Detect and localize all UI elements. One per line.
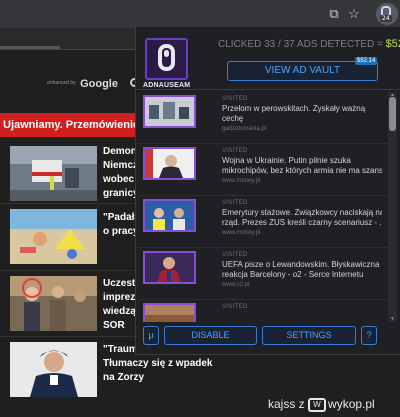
article-separator — [0, 203, 140, 204]
article-line: Uczestn — [103, 278, 137, 289]
extension-badge: 24 — [380, 15, 392, 22]
ads-stats: CLICKED 33 / 37 ADS DETECTED = $52.14? — [218, 38, 400, 50]
adnauseam-logo: ADNAUSEAM — [143, 38, 190, 90]
article-thumbnail-party[interactable] — [10, 276, 97, 331]
star-icon[interactable]: ☆ — [346, 6, 362, 22]
ad-title-line: UEFA pisze o Lewandowskim. Błyskawiczna — [222, 260, 380, 269]
stats-text: CLICKED 33 / 37 ADS DETECTED = — [218, 39, 386, 50]
ad-title: Emerytury stażowe. Związkowcy naciskają … — [222, 208, 382, 228]
mu-button[interactable]: μ — [143, 326, 159, 345]
article-line: Niemcz — [103, 160, 137, 171]
google-search-branding: enhanced by Google — [47, 74, 140, 92]
article-line: o pracy — [103, 226, 137, 237]
ad-title-line: Przełom w perowskitach. Zyskały ważną — [222, 104, 366, 113]
ad-thumbnail — [143, 95, 196, 128]
logo-frame — [145, 38, 188, 80]
popup-divider — [136, 89, 400, 90]
article-line: SOR — [103, 320, 125, 331]
article-separator — [0, 270, 140, 271]
ad-title-line: Wojna w Ukrainie. Putin pilnie szuka — [222, 156, 351, 165]
ad-item[interactable]: VISITED UEFA pisze o Lewandowskim. Błysk… — [136, 248, 388, 300]
adnauseam-logo-icon — [158, 44, 175, 71]
ad-status: VISITED — [222, 304, 248, 310]
article-line: wiedzą, — [103, 306, 137, 317]
cost-value: $52.14 — [385, 38, 400, 50]
article-separator — [0, 336, 140, 337]
article-thumbnail-beach[interactable] — [10, 209, 97, 264]
scroll-thumb[interactable] — [389, 97, 396, 131]
article-title-3[interactable]: Uczestn impreza wiedzą, SOR — [103, 277, 137, 333]
ad-title-line: Emerytury stażowe. Związkowcy naciskają … — [222, 208, 382, 217]
vault-cost-badge: $52.14 — [355, 57, 378, 65]
ad-status: VISITED — [222, 252, 248, 258]
ad-item[interactable]: VISITED Wojna w Ukrainie. Putin pilnie s… — [136, 144, 388, 196]
ad-title-line: mikrochipów, bez których armia nie ma sz… — [222, 166, 382, 175]
google-prefix: enhanced by — [47, 79, 76, 86]
ad-title: UEFA pisze o Lewandowskim. Błyskawiczna … — [222, 260, 382, 280]
ad-title-line: reakcja Barcelony - o2 - Serce Internetu — [222, 270, 364, 279]
browser-window: ⧉ ☆ 24 enhanced by Google Ujawniamy. Prz… — [0, 0, 400, 417]
cast-icon[interactable]: ⧉ — [326, 6, 342, 22]
watermark-user: kajss z — [268, 397, 305, 411]
ad-item[interactable]: VISITED Emerytury stażowe. Związkowcy na… — [136, 196, 388, 248]
ad-domain: www.money.pl — [222, 230, 261, 236]
ads-list-scrollbar[interactable]: ▲ ▼ — [388, 92, 397, 322]
browser-toolbar: ⧉ ☆ 24 — [0, 0, 400, 28]
ad-thumbnail — [143, 251, 196, 284]
article-thumbnail-border-crossing[interactable] — [10, 146, 97, 201]
logo-text: ADNAUSEAM — [143, 82, 191, 89]
article-thumbnail-presenter[interactable] — [10, 342, 97, 397]
wykop-logo-icon: W — [308, 397, 327, 412]
ad-domain: www.o2.pl — [222, 282, 250, 288]
article-line: wobec k — [103, 174, 137, 185]
help-button[interactable]: ? — [361, 326, 377, 345]
ad-domain: www.money.pl — [222, 178, 261, 184]
ad-status: VISITED — [222, 200, 248, 206]
ad-domain: gadzetomania.pl — [222, 126, 267, 132]
watermark-brand: wykop.pl — [328, 397, 375, 411]
article-title-1[interactable]: Demons Niemcz wobec k granicy — [103, 145, 137, 201]
article-line: na Zorzy — [103, 372, 145, 383]
ad-title: Przełom w perowskitach. Zyskały ważną ce… — [222, 104, 382, 124]
breaking-news-banner[interactable]: Ujawniamy. Przemówienie Dudy n — [0, 113, 140, 137]
article-title-2[interactable]: "Padała o pracy — [103, 211, 137, 239]
ad-thumbnail — [143, 303, 196, 322]
ad-status: VISITED — [222, 96, 248, 102]
google-word: Google — [80, 78, 118, 90]
ad-thumbnail — [143, 147, 196, 180]
settings-button[interactable]: SETTINGS — [262, 326, 356, 345]
article-line: granicy — [103, 188, 137, 199]
article-line: impreza — [103, 292, 137, 303]
ad-title: Wojna w Ukrainie. Putin pilnie szuka mik… — [222, 156, 382, 176]
ads-list: VISITED Przełom w perowskitach. Zyskały … — [136, 92, 388, 322]
adnauseam-popup: ADNAUSEAM CLICKED 33 / 37 ADS DETECTED =… — [135, 27, 400, 355]
ad-item[interactable]: VISITED — [136, 300, 388, 322]
scroll-down-icon[interactable]: ▼ — [388, 316, 397, 322]
ad-title-line: rząd. Prezes ZUS kreśli czarny scenarius… — [222, 218, 382, 227]
ad-status: VISITED — [222, 148, 248, 154]
header-underline — [0, 46, 60, 49]
article-line: Demons — [103, 146, 137, 157]
disable-button[interactable]: DISABLE — [164, 326, 257, 345]
article-line: "Padała — [103, 212, 137, 223]
wykop-watermark: kajss z Wwykop.pl — [268, 397, 375, 412]
ad-thumbnail — [143, 199, 196, 232]
article-line: Tłumaczy się z wpadek — [103, 358, 213, 369]
ad-item[interactable]: VISITED Przełom w perowskitach. Zyskały … — [136, 92, 388, 144]
ad-title-line: cechę — [222, 114, 244, 123]
